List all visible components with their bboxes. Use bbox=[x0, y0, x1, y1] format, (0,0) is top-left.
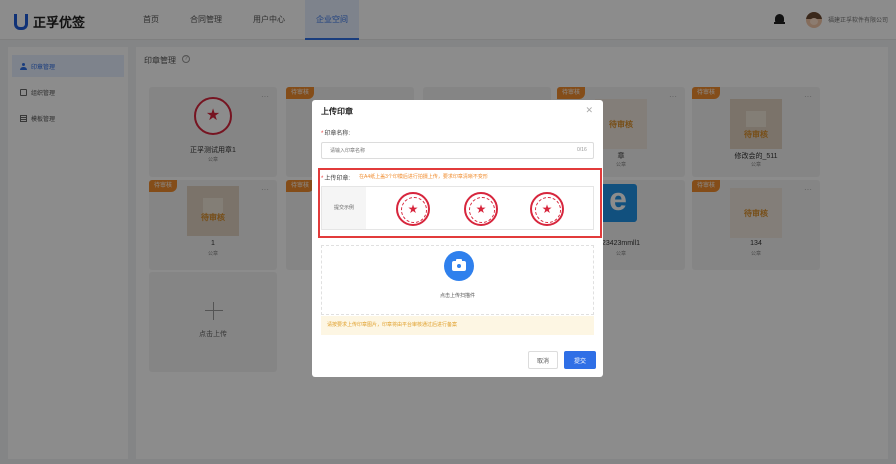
dropzone-label: 点击上传扫描件 bbox=[439, 293, 475, 299]
seal-name-label: *印章名称: bbox=[321, 131, 351, 137]
camera-icon[interactable] bbox=[444, 251, 474, 281]
warning-bar: 请按要求上传印章图片，印章将由平台审核通过后进行备案 bbox=[321, 316, 594, 335]
char-counter: 0/16 bbox=[577, 147, 587, 153]
close-icon[interactable]: ✕ bbox=[585, 105, 593, 116]
upload-dropzone[interactable]: 点击上传扫描件 bbox=[321, 245, 594, 315]
submit-button[interactable]: 提交 bbox=[564, 351, 596, 369]
cancel-button[interactable]: 取消 bbox=[528, 351, 558, 369]
upload-seal-dialog: 上传印章 ✕ *印章名称: 0/16 *上传印章: 在A4纸上盖3个印模后进行拍… bbox=[312, 100, 603, 377]
upload-section-highlight bbox=[318, 168, 602, 238]
dialog-title: 上传印章 bbox=[321, 107, 353, 116]
seal-name-input[interactable] bbox=[321, 142, 594, 159]
